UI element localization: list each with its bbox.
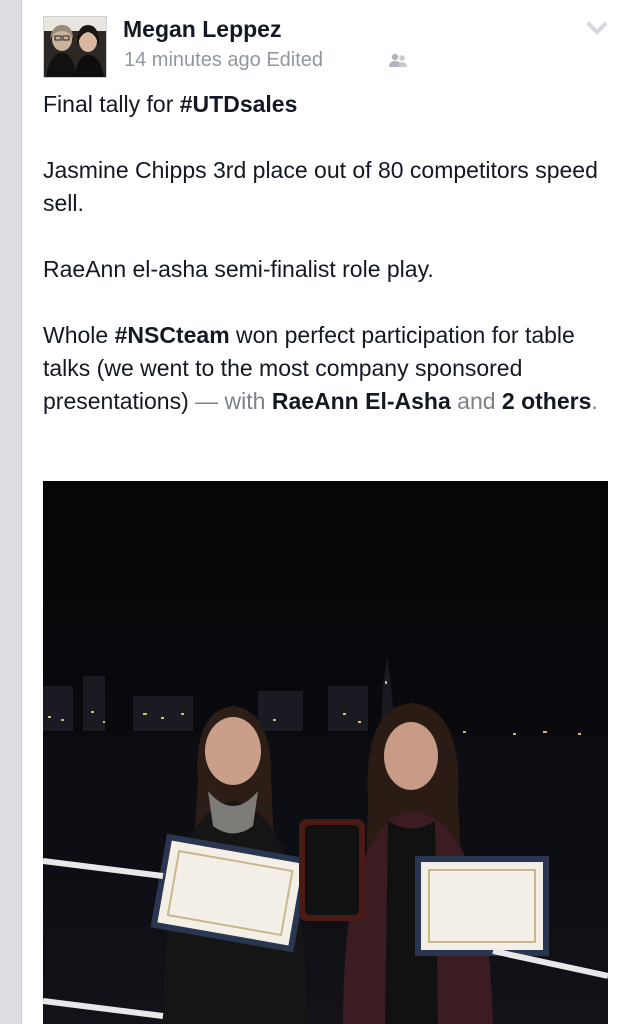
post-line-4: Whole #NSCteam won perfect participation… xyxy=(43,322,598,414)
others-link[interactable]: 2 others xyxy=(502,388,591,414)
hashtag-utdsales[interactable]: #UTDsales xyxy=(180,91,298,117)
post-meta: 14 minutes ago Edited xyxy=(124,49,323,72)
friends-icon[interactable] xyxy=(387,52,409,70)
edited-label[interactable]: Edited xyxy=(266,49,323,71)
timestamp[interactable]: 14 minutes ago xyxy=(124,49,261,71)
post-card: Megan Leppez 14 minutes ago Edited Final… xyxy=(22,0,626,1024)
author-name[interactable]: Megan Leppez xyxy=(123,16,281,43)
left-rail xyxy=(0,0,22,1024)
post-line-2: Jasmine Chipps 3rd place out of 80 compe… xyxy=(43,157,598,216)
post-text: Final tally for #UTDsales Jasmine Chipps… xyxy=(43,88,611,451)
post-photo[interactable] xyxy=(43,481,608,1024)
chevron-down-icon[interactable] xyxy=(586,20,608,36)
post-line-1: Final tally for #UTDsales xyxy=(43,91,298,117)
post-header: Megan Leppez 14 minutes ago Edited xyxy=(43,12,626,78)
hashtag-nscteam[interactable]: #NSCteam xyxy=(115,322,230,348)
tagged-user-link[interactable]: RaeAnn El-Asha xyxy=(272,388,451,414)
avatar[interactable] xyxy=(43,16,107,78)
post-line-3: RaeAnn el-asha semi-finalist role play. xyxy=(43,256,434,282)
